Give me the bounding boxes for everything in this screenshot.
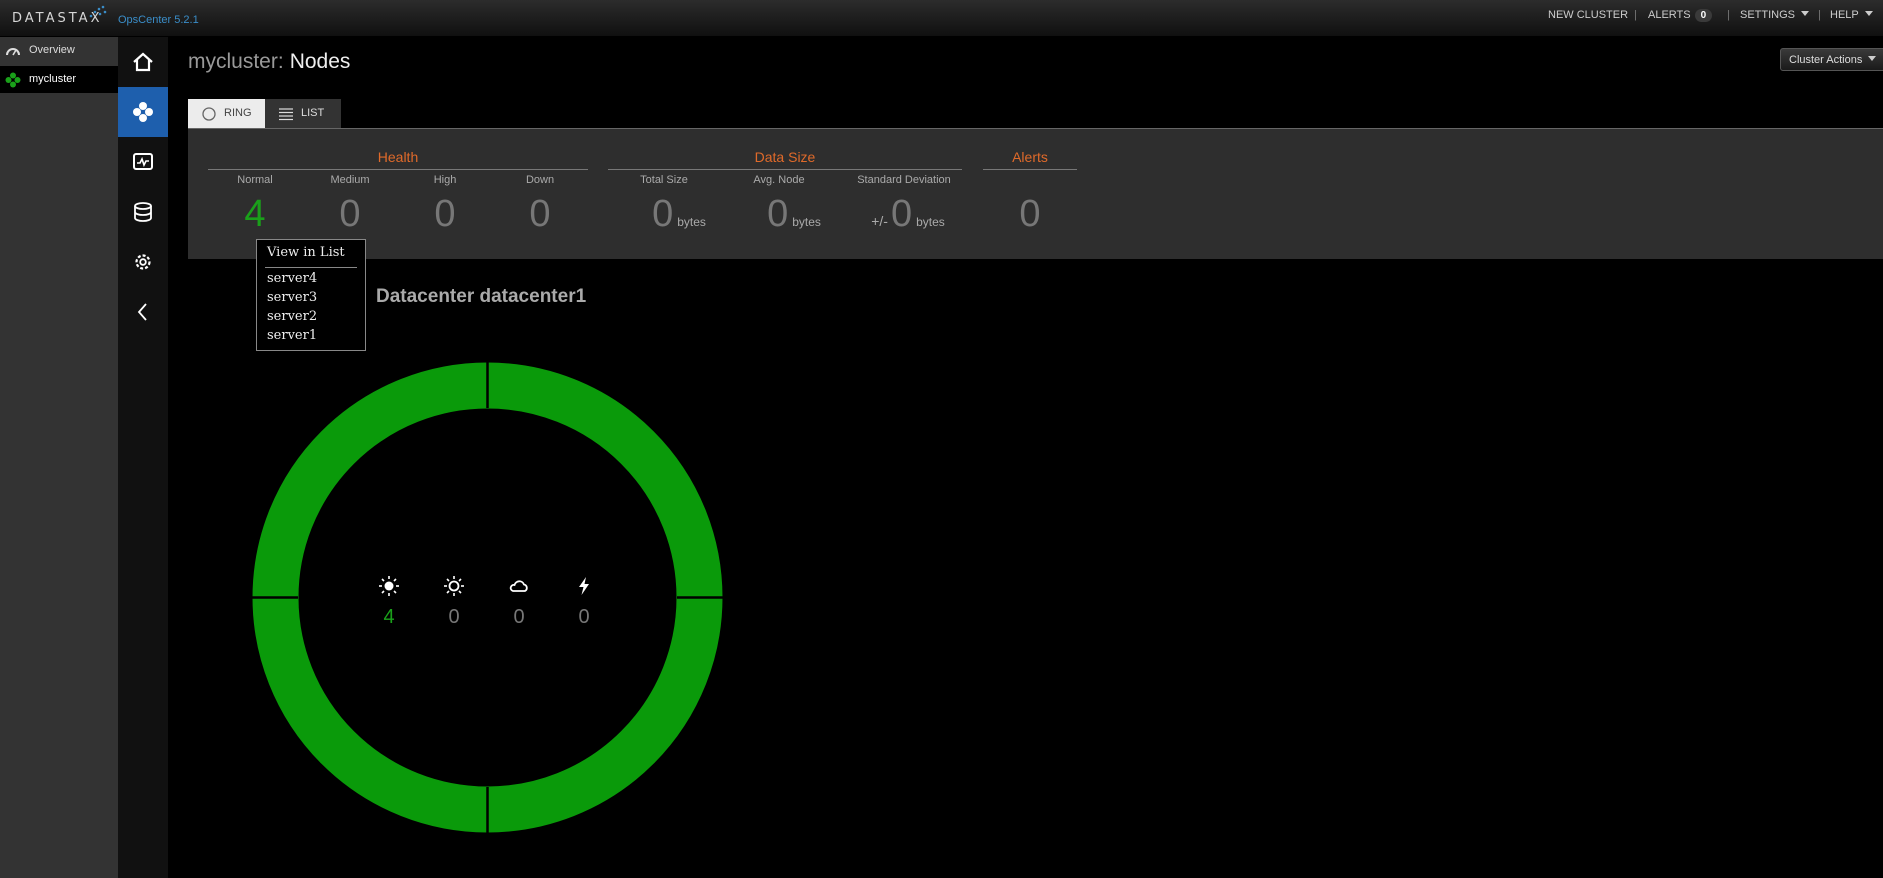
lightning-icon	[579, 577, 589, 595]
medium-count[interactable]: 0	[305, 193, 395, 236]
ring-segment	[252, 362, 723, 833]
server-link[interactable]: server1	[267, 328, 317, 343]
settings-menu[interactable]: SETTINGS	[1740, 9, 1810, 21]
dashboard-button[interactable]	[118, 137, 168, 187]
caret-down-icon	[1864, 11, 1873, 16]
summary-panel: Health Normal Medium High Down 4 0 0 0 D…	[188, 129, 1883, 259]
ring-normal-count: 4	[383, 606, 395, 628]
std-dev-number: 0	[890, 193, 913, 235]
caret-down-icon	[1868, 56, 1877, 61]
ring-high-count: 0	[513, 606, 525, 628]
alerts-count[interactable]: 0	[985, 193, 1075, 236]
high-stat: 0	[499, 575, 539, 629]
std-dev-value: +/-0 bytes	[838, 193, 978, 236]
alerts-title: Alerts	[983, 149, 1077, 170]
bytes-unit: bytes	[916, 215, 945, 229]
datacenter-title: Datacenter datacenter1	[376, 286, 587, 307]
list-icon	[279, 108, 293, 121]
down-label: Down	[525, 174, 555, 186]
page-title: mycluster: Nodes	[188, 50, 350, 74]
nav-item-mycluster[interactable]: mycluster	[0, 66, 118, 93]
medium-stat: 0	[434, 575, 474, 629]
high-label: High	[433, 174, 457, 186]
alerts-count-badge: 0	[1694, 9, 1713, 22]
std-dev-label: Standard Deviation	[857, 174, 951, 186]
chevron-left-icon	[137, 303, 147, 321]
nodes-icon	[133, 102, 153, 122]
view-in-list-link[interactable]: View in List	[267, 245, 345, 260]
nodes-popup: View in List server4 server3 server2 ser…	[256, 239, 366, 351]
tab-ring[interactable]: RING	[188, 99, 265, 128]
normal-count[interactable]: 4	[210, 193, 300, 236]
home-icon	[133, 52, 153, 72]
alerts-link[interactable]: ALERTS 0	[1648, 9, 1713, 22]
icon-rail	[118, 37, 168, 878]
logo-dots-icon	[89, 5, 107, 18]
sun-outline-icon	[444, 576, 464, 596]
total-size-label: Total Size	[640, 174, 688, 186]
help-label: HELP	[1830, 9, 1859, 21]
alerts-label: ALERTS	[1648, 9, 1691, 21]
popup-divider	[265, 267, 357, 268]
sun-icon	[379, 576, 399, 596]
help-menu[interactable]: HELP	[1830, 9, 1873, 21]
gear-icon	[135, 254, 151, 270]
total-size-value: 0 bytes	[619, 193, 739, 236]
tab-ring-label: RING	[224, 107, 252, 119]
settings-button[interactable]	[118, 237, 168, 287]
section-name: Nodes	[289, 50, 351, 73]
cluster-actions-label: Cluster Actions	[1789, 54, 1863, 66]
cloud-icon	[509, 580, 528, 592]
medium-label: Medium	[330, 174, 370, 186]
left-nav: Overview mycluster	[0, 37, 118, 878]
top-bar: DATASTAX OpsCenter 5.2.1 NEW CLUSTER | A…	[0, 0, 1883, 37]
gauge-icon	[6, 48, 20, 56]
normal-stat: 4	[369, 575, 409, 629]
cluster-actions-button[interactable]: Cluster Actions	[1780, 48, 1883, 71]
nodes-button[interactable]	[118, 87, 168, 137]
tab-list-label: LIST	[301, 107, 325, 119]
collapse-button[interactable]	[118, 287, 168, 337]
home-button[interactable]	[118, 37, 168, 87]
ring-icon	[202, 107, 216, 121]
nav-item-label: mycluster	[29, 73, 77, 85]
dashboard-icon	[133, 153, 153, 170]
settings-label: SETTINGS	[1740, 9, 1796, 21]
plus-minus-prefix: +/-	[871, 213, 888, 229]
nav-item-label: Overview	[29, 44, 75, 56]
avg-node-label: Avg. Node	[753, 174, 805, 186]
normal-label: Normal	[237, 174, 273, 186]
caret-down-icon	[1801, 11, 1810, 16]
ring-down-count: 0	[578, 606, 590, 628]
tab-list[interactable]: LIST	[265, 99, 341, 128]
server-link[interactable]: server3	[267, 290, 317, 305]
cluster-name: mycluster:	[188, 50, 284, 73]
avg-node-number: 0	[767, 193, 789, 235]
nav-separator: |	[1727, 9, 1730, 21]
nav-separator: |	[1634, 9, 1637, 21]
ring-medium-count: 0	[448, 606, 460, 628]
down-stat: 0	[564, 575, 604, 629]
version-label: OpsCenter 5.2.1	[118, 14, 199, 26]
datacenter-ring[interactable]	[250, 360, 725, 835]
down-count[interactable]: 0	[495, 193, 585, 236]
data-button[interactable]	[118, 187, 168, 237]
new-cluster-link[interactable]: NEW CLUSTER	[1548, 9, 1628, 21]
data-size-title: Data Size	[608, 149, 962, 170]
cluster-icon	[5, 72, 21, 88]
health-title: Health	[208, 149, 588, 170]
avg-node-value: 0 bytes	[734, 193, 854, 236]
bytes-unit: bytes	[677, 215, 706, 229]
server-link[interactable]: server4	[267, 271, 317, 286]
total-size-number: 0	[652, 193, 674, 235]
nav-separator: |	[1818, 9, 1821, 21]
high-count[interactable]: 0	[400, 193, 490, 236]
server-link[interactable]: server2	[267, 309, 317, 324]
database-icon	[134, 202, 152, 222]
bytes-unit: bytes	[792, 215, 821, 229]
nav-item-overview[interactable]: Overview	[0, 37, 118, 64]
